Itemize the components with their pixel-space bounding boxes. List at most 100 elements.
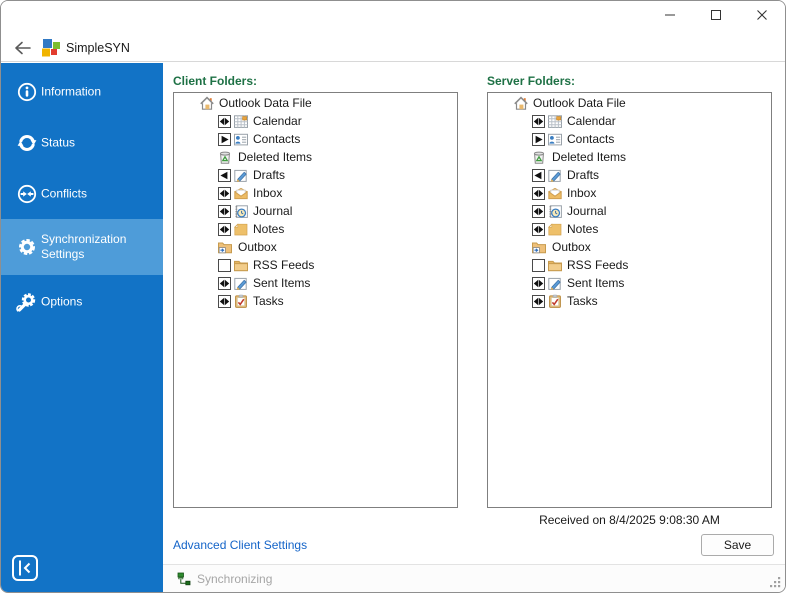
- sent-items-icon: [233, 276, 249, 291]
- sync-direction-checkbox[interactable]: [532, 222, 545, 236]
- client-tree-item-outlook-data-file[interactable]: Outlook Data File: [174, 94, 457, 112]
- sync-direction-checkbox[interactable]: [218, 294, 231, 308]
- folder-name: Inbox: [253, 186, 283, 200]
- server-tree-item-inbox[interactable]: Inbox: [488, 184, 771, 202]
- status-sync-icon: [16, 132, 38, 154]
- client-tree-item-sent-items[interactable]: Sent Items: [174, 274, 457, 292]
- sync-direction-checkbox[interactable]: [532, 204, 545, 218]
- main-content: Client Folders: Outlook Data File Calenda…: [163, 63, 785, 566]
- folder-name: Contacts: [567, 132, 615, 146]
- folder-name: Drafts: [253, 168, 286, 182]
- sync-direction-checkbox[interactable]: [532, 186, 545, 200]
- client-tree-item-outbox[interactable]: Outbox: [174, 238, 457, 256]
- folder-name: Inbox: [567, 186, 597, 200]
- sync-direction-checkbox[interactable]: [218, 132, 231, 146]
- sync-direction-checkbox[interactable]: [532, 132, 545, 146]
- folder-name: Sent Items: [253, 276, 311, 290]
- sent-items-icon: [547, 276, 563, 291]
- advanced-client-settings-link[interactable]: Advanced Client Settings: [173, 538, 307, 552]
- status-text: Synchronizing: [197, 572, 273, 586]
- server-tree-item-sent-items[interactable]: Sent Items: [488, 274, 771, 292]
- server-folders-label: Server Folders:: [487, 74, 576, 88]
- client-tree-item-deleted-items[interactable]: Deleted Items: [174, 148, 457, 166]
- folder-name: Outbox: [238, 240, 277, 254]
- notes-icon: [547, 222, 563, 237]
- client-tree-item-inbox[interactable]: Inbox: [174, 184, 457, 202]
- folder-name: Outlook Data File: [533, 96, 626, 110]
- sync-direction-checkbox[interactable]: [532, 114, 545, 128]
- sync-direction-checkbox[interactable]: [218, 204, 231, 218]
- sync-direction-checkbox[interactable]: [218, 222, 231, 236]
- deleted-items-icon: [217, 150, 233, 165]
- folder-name: Calendar: [567, 114, 616, 128]
- client-tree-item-notes[interactable]: Notes: [174, 220, 457, 238]
- drafts-icon: [547, 168, 563, 183]
- minimize-button[interactable]: [647, 1, 693, 32]
- minimize-icon: [664, 9, 676, 24]
- sync-direction-checkbox[interactable]: [532, 258, 545, 272]
- sidebar-item-synchronization-settings[interactable]: Synchronization Settings: [1, 219, 163, 275]
- sidebar-item-conflicts[interactable]: Conflicts: [1, 173, 163, 215]
- client-tree-item-journal[interactable]: Journal: [174, 202, 457, 220]
- received-timestamp: Received on 8/4/2025 9:08:30 AM: [539, 513, 720, 527]
- server-tree-item-drafts[interactable]: Drafts: [488, 166, 771, 184]
- server-tree-item-journal[interactable]: Journal: [488, 202, 771, 220]
- client-folders-label: Client Folders:: [173, 74, 258, 88]
- client-tree-item-rss-feeds[interactable]: RSS Feeds: [174, 256, 457, 274]
- gear-icon: [16, 236, 38, 258]
- maximize-button[interactable]: [693, 1, 739, 32]
- contacts-icon: [233, 132, 249, 147]
- folder-name: RSS Feeds: [567, 258, 629, 272]
- folder-icon: [233, 258, 249, 273]
- folder-name: Notes: [253, 222, 285, 236]
- sidebar-item-information[interactable]: Information: [1, 71, 163, 113]
- server-tree-item-tasks[interactable]: Tasks: [488, 292, 771, 310]
- sync-direction-checkbox[interactable]: [218, 186, 231, 200]
- home-icon: [199, 95, 215, 111]
- sync-direction-checkbox[interactable]: [218, 114, 231, 128]
- server-tree-item-deleted-items[interactable]: Deleted Items: [488, 148, 771, 166]
- server-tree-item-contacts[interactable]: Contacts: [488, 130, 771, 148]
- folder-name: Contacts: [253, 132, 301, 146]
- drafts-icon: [233, 168, 249, 183]
- client-tree-item-drafts[interactable]: Drafts: [174, 166, 457, 184]
- journal-icon: [233, 204, 249, 219]
- sidebar-nav: Information Status Conflicts Synchronizatio…: [1, 63, 163, 323]
- sync-direction-checkbox[interactable]: [532, 294, 545, 308]
- statusbar: Synchronizing: [163, 564, 785, 592]
- close-button[interactable]: [739, 1, 785, 32]
- client-folder-tree: Outlook Data File Calendar Contacts Deleted…: [173, 92, 458, 508]
- outbox-icon: [531, 240, 547, 255]
- collapse-sidebar-button[interactable]: [10, 553, 40, 583]
- sidebar-item-label: Options: [41, 294, 83, 309]
- sidebar-item-options[interactable]: Options: [1, 281, 163, 323]
- server-tree-item-calendar[interactable]: Calendar: [488, 112, 771, 130]
- simplesyn-logo-icon: [41, 38, 61, 58]
- folder-name: Journal: [253, 204, 293, 218]
- client-tree-item-contacts[interactable]: Contacts: [174, 130, 457, 148]
- folder-name: Calendar: [253, 114, 302, 128]
- sync-direction-checkbox[interactable]: [218, 276, 231, 290]
- save-button[interactable]: Save: [701, 534, 774, 556]
- server-tree-item-outbox[interactable]: Outbox: [488, 238, 771, 256]
- sync-direction-checkbox[interactable]: [532, 276, 545, 290]
- sidebar-item-status[interactable]: Status: [1, 122, 163, 164]
- outbox-icon: [217, 240, 233, 255]
- sync-direction-checkbox[interactable]: [218, 258, 231, 272]
- server-tree-item-outlook-data-file[interactable]: Outlook Data File: [488, 94, 771, 112]
- sync-direction-checkbox[interactable]: [532, 168, 545, 182]
- sync-direction-checkbox[interactable]: [218, 168, 231, 182]
- server-tree-item-notes[interactable]: Notes: [488, 220, 771, 238]
- caption-buttons: [647, 1, 785, 32]
- client-tree-item-tasks[interactable]: Tasks: [174, 292, 457, 310]
- resize-grip[interactable]: [768, 575, 782, 589]
- folder-icon: [547, 258, 563, 273]
- folder-name: Drafts: [567, 168, 600, 182]
- client-tree-item-calendar[interactable]: Calendar: [174, 112, 457, 130]
- calendar-icon: [547, 114, 563, 129]
- folder-name: Tasks: [253, 294, 284, 308]
- collapse-sidebar-icon: [10, 555, 40, 586]
- back-button[interactable]: [12, 38, 34, 58]
- server-tree-item-rss-feeds[interactable]: RSS Feeds: [488, 256, 771, 274]
- folder-name: Tasks: [567, 294, 598, 308]
